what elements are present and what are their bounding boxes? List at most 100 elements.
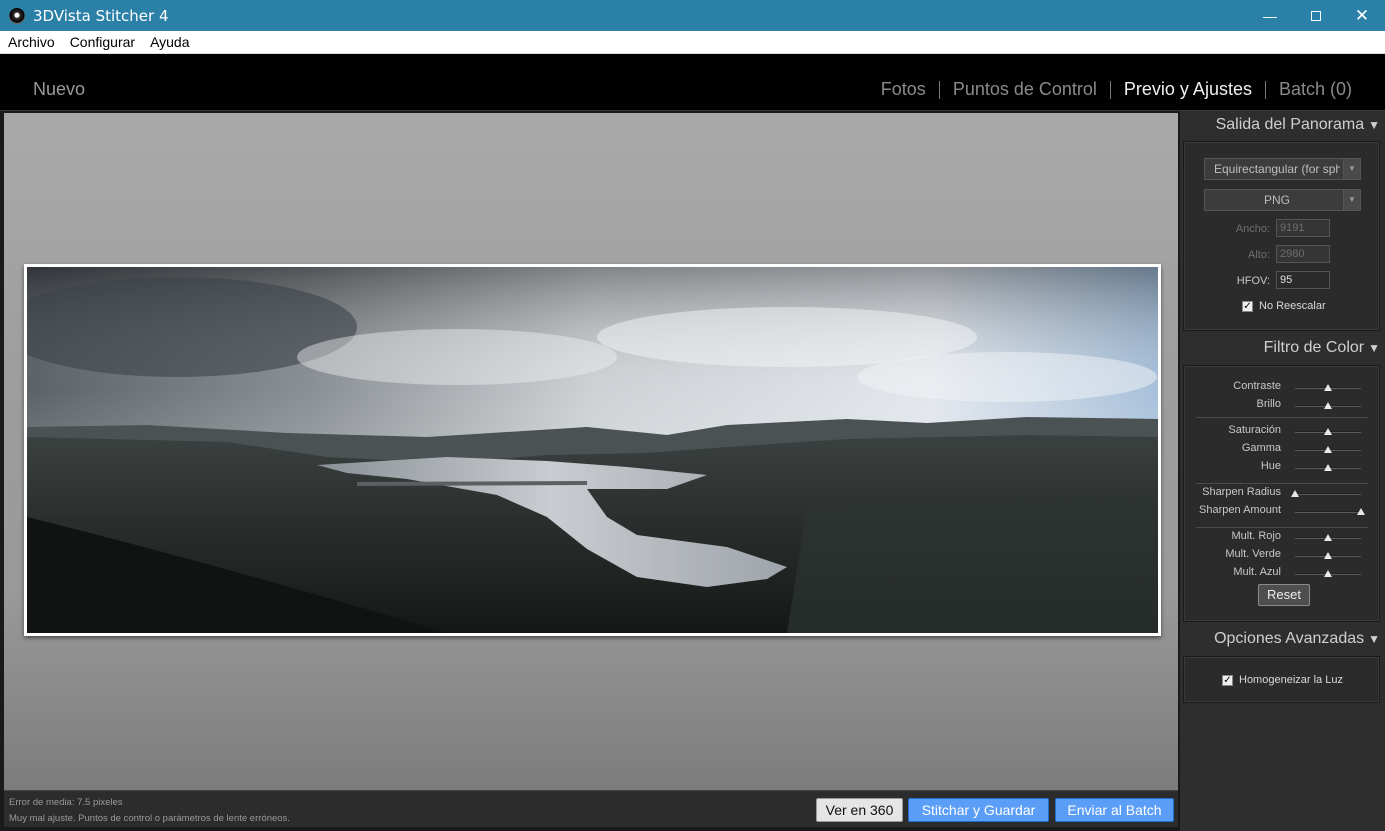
saturacion-slider[interactable] [1295,428,1361,435]
slider-label: Mult. Azul [1233,566,1281,578]
menu-configurar[interactable]: Configurar [62,34,142,50]
menu-archivo[interactable]: Archivo [0,34,62,50]
slider-row-brillo: Brillo [1184,398,1381,412]
slider-thumb[interactable] [1357,508,1365,515]
mult-rojo-slider[interactable] [1295,534,1361,541]
menu-ayuda[interactable]: Ayuda [142,34,196,50]
hfov-label: HFOV: [1236,275,1270,287]
color-filter-section-header[interactable]: Filtro de Color ▼ [1180,335,1385,361]
hue-slider[interactable] [1295,464,1361,471]
hfov-field[interactable]: 95 [1276,271,1330,289]
output-panel: Equirectangular (for spherical) ▼ PNG ▼ … [1183,141,1380,331]
status-bar: Error de media: 7.5 pixeles Muy mal ajus… [4,790,1178,827]
color-filter-section-title: Filtro de Color [1263,339,1365,356]
homogenize-light-label: Homogeneizar la Luz [1239,674,1343,686]
maximize-icon [1311,10,1321,21]
slider-thumb[interactable] [1291,490,1299,497]
stitch-and-save-button[interactable]: Stitchar y Guardar [908,798,1049,822]
chevron-down-icon: ▼ [1343,190,1360,210]
slider-label: Gamma [1241,442,1281,454]
slider-row-hue: Hue [1184,460,1381,474]
tab-puntos-de-control[interactable]: Puntos de Control [953,79,1097,100]
slider-thumb[interactable] [1324,384,1332,391]
slider-row-mult-rojo: Mult. Rojo [1184,530,1381,544]
gamma-slider[interactable] [1295,446,1361,453]
reset-button[interactable]: Reset [1258,584,1310,606]
tab-batch[interactable]: Batch (0) [1279,79,1352,100]
mult-verde-slider[interactable] [1295,552,1361,559]
slider-label: Saturación [1228,424,1281,436]
close-button[interactable]: ✕ [1339,0,1385,31]
collapse-triangle-icon: ▼ [1368,118,1380,132]
slider-label: Brillo [1256,398,1281,410]
format-value: PNG [1263,193,1290,207]
checkmark-icon: ✓ [1242,300,1253,312]
tab-separator [1264,80,1266,99]
projection-select[interactable]: Equirectangular (for spherical) ▼ [1204,158,1361,180]
slider-row-mult-azul: Mult. Azul [1184,566,1381,580]
minimize-button[interactable]: — [1247,0,1293,31]
slider-thumb[interactable] [1324,428,1332,435]
tab-previo-y-ajustes[interactable]: Previo y Ajustes [1124,79,1252,100]
width-row: Ancho: 9191 [1184,219,1381,239]
output-section-header[interactable]: Salida del Panorama ▼ [1180,112,1385,138]
slider-label: Mult. Rojo [1231,530,1281,542]
width-field: 9191 [1276,219,1330,237]
slider-thumb[interactable] [1324,570,1332,577]
slider-label: Sharpen Amount [1199,504,1281,516]
send-to-batch-button[interactable]: Enviar al Batch [1055,798,1174,822]
mult-azul-slider[interactable] [1295,570,1361,577]
contraste-slider[interactable] [1295,384,1361,391]
collapse-triangle-icon: ▼ [1368,341,1380,355]
title-bar: 3DVista Stitcher 4 — ✕ [0,0,1385,31]
sharpen-radius-slider[interactable] [1291,490,1361,497]
slider-label: Contraste [1233,380,1281,392]
app-icon [9,7,25,24]
slider-thumb[interactable] [1324,534,1332,541]
new-project-button[interactable]: Nuevo [33,79,85,100]
slider-label: Sharpen Radius [1202,486,1281,498]
no-rescale-label: No Reescalar [1259,300,1326,312]
workflow-tabs: Fotos Puntos de Control Previo y Ajustes… [881,79,1352,100]
slider-thumb[interactable] [1324,464,1332,471]
slider-row-sharpen-amount: Sharpen Amount [1184,504,1381,518]
slider-row-contraste: Contraste [1184,380,1381,394]
tab-separator [938,80,940,99]
fit-quality-text: Muy mal ajuste. Puntos de control o pará… [9,813,290,824]
color-filter-panel: Reset Contraste Brillo Saturación Gamma Hue S… [1183,365,1380,622]
advanced-panel: ✓ Homogeneizar la Luz [1183,656,1380,703]
window-title: 3DVista Stitcher 4 [33,6,169,25]
maximize-button[interactable] [1293,0,1339,31]
hfov-row: HFOV: 95 [1184,271,1381,291]
no-rescale-checkbox[interactable]: ✓ No Reescalar [1242,300,1326,312]
settings-sidebar: Salida del Panorama ▼ Equirectangular (fo… [1179,111,1385,831]
minimize-icon: — [1263,7,1277,24]
preview-canvas[interactable] [4,113,1178,790]
divider [1196,483,1368,484]
slider-thumb[interactable] [1324,446,1332,453]
divider [1196,417,1368,418]
sharpen-amount-slider[interactable] [1295,508,1365,515]
panorama-image [27,267,1158,633]
view-360-button[interactable]: Ver en 360 [816,798,903,822]
height-field: 2980 [1276,245,1330,263]
tab-fotos[interactable]: Fotos [881,79,926,100]
slider-thumb[interactable] [1324,402,1332,409]
chevron-down-icon: ▼ [1343,159,1360,179]
slider-label: Mult. Verde [1225,548,1281,560]
brillo-slider[interactable] [1295,402,1361,409]
divider [1196,527,1368,528]
homogenize-light-checkbox[interactable]: ✓ Homogeneizar la Luz [1222,674,1343,686]
format-select[interactable]: PNG ▼ [1204,189,1361,211]
panorama-preview-image[interactable] [24,264,1161,636]
advanced-section-header[interactable]: Opciones Avanzadas ▼ [1180,626,1385,652]
slider-row-gamma: Gamma [1184,442,1381,456]
slider-row-saturacion: Saturación [1184,424,1381,438]
slider-row-sharpen-radius: Sharpen Radius [1184,486,1381,500]
workflow-nav: Nuevo Fotos Puntos de Control Previo y A… [0,54,1385,111]
slider-thumb[interactable] [1324,552,1332,559]
height-row: Alto: 2980 [1184,245,1381,265]
height-label: Alto: [1247,249,1270,261]
advanced-section-title: Opciones Avanzadas [1214,630,1365,647]
width-label: Ancho: [1235,223,1270,235]
